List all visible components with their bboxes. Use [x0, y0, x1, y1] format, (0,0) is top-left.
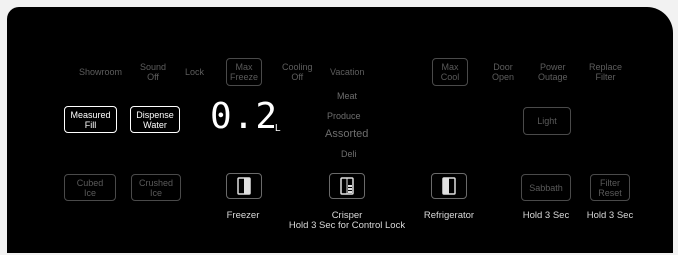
- filter-reset-label: Filter Reset: [598, 177, 622, 198]
- sabbath-label: Sabbath: [529, 182, 563, 193]
- dispense-water-label: Dispense Water: [136, 109, 174, 130]
- measured-fill-label: Measured Fill: [70, 109, 111, 130]
- max-freeze-label: Max Freeze: [229, 62, 258, 82]
- light-label: Light: [537, 116, 557, 126]
- crisper-mode-deli: Deli: [341, 149, 357, 159]
- sabbath-button[interactable]: Sabbath: [521, 174, 571, 201]
- filter-reset-button[interactable]: Filter Reset: [590, 174, 630, 201]
- crisper-button[interactable]: [329, 173, 365, 199]
- max-cool-label: Max Cool: [440, 62, 460, 82]
- cooling-off-indicator: Cooling Off: [282, 62, 313, 82]
- crushed-ice-label: Crushed Ice: [138, 177, 174, 198]
- crisper-mode-produce: Produce: [327, 111, 361, 121]
- sabbath-hold-hint: Hold 3 Sec: [522, 210, 570, 221]
- cubed-ice-label: Cubed Ice: [76, 177, 104, 198]
- freezer-door-icon: [237, 177, 251, 195]
- measured-fill-button[interactable]: Measured Fill: [64, 106, 117, 133]
- lock-indicator: Lock: [185, 67, 205, 77]
- door-open-indicator: Door Open: [492, 62, 515, 82]
- crisper-mode-assorted: Assorted: [325, 128, 369, 140]
- control-panel: Showroom Sound Off Lock Max Freeze Cooli…: [7, 7, 673, 253]
- filter-hold-hint: Hold 3 Sec: [586, 210, 634, 221]
- refrigerator-caption: Refrigerator: [423, 210, 475, 221]
- light-button[interactable]: Light: [523, 107, 571, 135]
- dispense-water-button[interactable]: Dispense Water: [130, 106, 180, 133]
- crushed-ice-button[interactable]: Crushed Ice: [131, 174, 181, 201]
- volume-unit: L: [275, 123, 281, 134]
- crisper-drawer-icon: [340, 177, 354, 195]
- max-cool-button[interactable]: Max Cool: [432, 58, 468, 86]
- cubed-ice-button[interactable]: Cubed Ice: [64, 174, 116, 201]
- refrigerator-door-icon: [442, 177, 456, 195]
- freezer-caption: Freezer: [226, 210, 260, 221]
- crisper-mode-meat: Meat: [337, 91, 358, 101]
- volume-display: 0.2: [210, 96, 279, 137]
- freezer-button[interactable]: [226, 173, 262, 199]
- power-outage-indicator: Power Outage: [538, 62, 568, 82]
- sound-off-indicator: Sound Off: [140, 62, 167, 82]
- vacation-indicator: Vacation: [330, 67, 365, 77]
- showroom-indicator: Showroom: [79, 67, 123, 77]
- refrigerator-button[interactable]: [431, 173, 467, 199]
- crisper-hold-hint: Hold 3 Sec for Control Lock: [288, 220, 406, 231]
- replace-filter-indicator: Replace Filter: [589, 62, 623, 82]
- max-freeze-button[interactable]: Max Freeze: [226, 58, 262, 86]
